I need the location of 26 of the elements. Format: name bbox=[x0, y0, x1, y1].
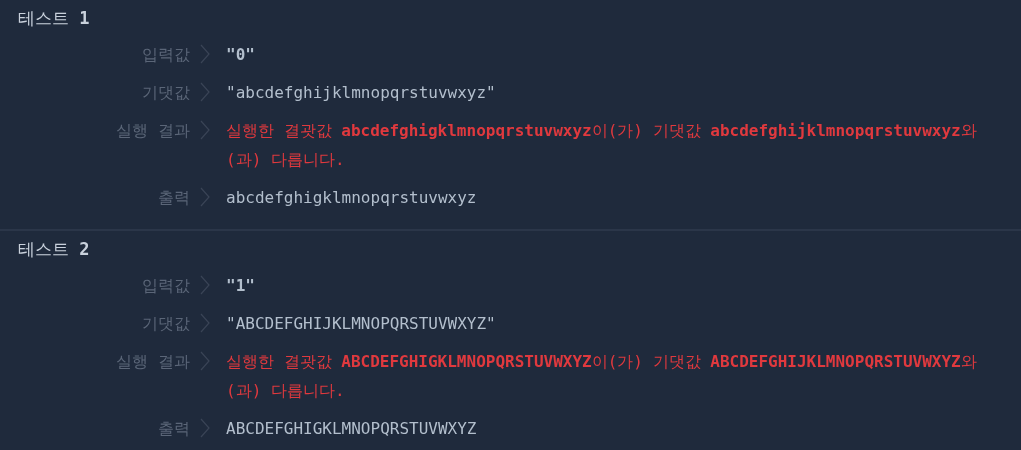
row-label: 기댓값 bbox=[142, 82, 190, 104]
row-label: 입력값 bbox=[142, 44, 190, 66]
row-value: "ABCDEFGHIJKLMNOPQRSTUVWXYZ" bbox=[226, 313, 497, 335]
row-label: 입력값 bbox=[142, 275, 190, 297]
row-label: 출력 bbox=[158, 187, 190, 209]
row-label: 출력 bbox=[158, 418, 190, 440]
row-value: "1" bbox=[226, 275, 256, 297]
test-title: 테스트 2 bbox=[17, 238, 91, 261]
row-value: abcdefghigklmnopqrstuvwxyz bbox=[226, 187, 478, 209]
error-message: 실행한 결괏값 abcdefghigklmnopqrstuvwxyz이(가) 기댓값 abcdefghijklmnopqrstuvwxyz와(과) 다릅니다. bbox=[226, 120, 978, 171]
chevron-icon bbox=[200, 418, 210, 438]
row-label: 기댓값 bbox=[142, 313, 190, 335]
chevron-icon bbox=[200, 313, 210, 333]
chevron-icon bbox=[200, 44, 210, 64]
row-value: "abcdefghijklmnopqrstuvwxyz" bbox=[226, 82, 497, 104]
chevron-icon bbox=[200, 82, 210, 102]
row-label: 실행 결과 bbox=[116, 120, 190, 142]
chevron-icon bbox=[200, 187, 210, 207]
chevron-icon bbox=[200, 275, 210, 295]
test-title: 테스트 1 bbox=[17, 7, 91, 30]
row-value: "0" bbox=[226, 44, 256, 66]
chevron-icon bbox=[200, 120, 210, 140]
row-value: ABCDEFGHIGKLMNOPQRSTUVWXYZ bbox=[226, 418, 478, 440]
error-message: 실행한 결괏값 ABCDEFGHIGKLMNOPQRSTUVWXYZ이(가) 기댓값 ABCDEFGHIJKLMNOPQRSTUVWXYZ와(과) 다릅니다. bbox=[226, 351, 978, 402]
chevron-icon bbox=[200, 351, 210, 371]
row-label: 실행 결과 bbox=[116, 351, 190, 373]
